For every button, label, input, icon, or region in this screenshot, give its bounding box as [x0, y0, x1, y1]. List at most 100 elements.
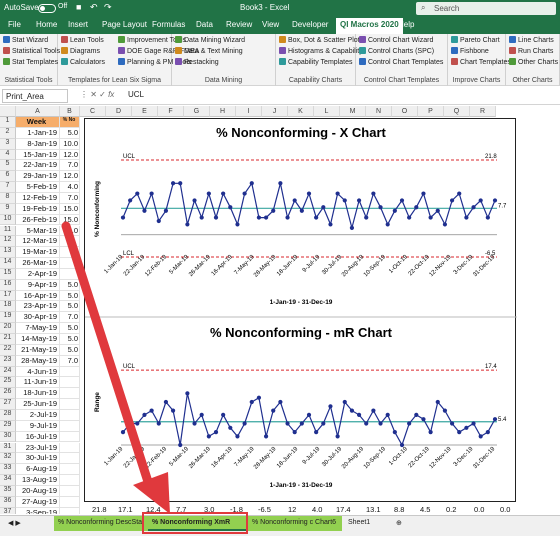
- ribbon-btn-diagrams[interactable]: Diagrams: [61, 47, 100, 55]
- column-header-R[interactable]: R: [470, 106, 496, 117]
- row-header[interactable]: 24: [0, 366, 16, 378]
- row-header[interactable]: 18: [0, 301, 16, 313]
- column-header-B[interactable]: B: [60, 106, 80, 117]
- row-header[interactable]: 17: [0, 290, 16, 302]
- row-header[interactable]: 25: [0, 377, 16, 389]
- ribbon-btn-stat-wizard[interactable]: Stat Wizard: [3, 36, 48, 44]
- ribbon-btn-data-mining-wizard[interactable]: Data Mining Wizard: [175, 36, 245, 44]
- tab-file[interactable]: File: [8, 20, 21, 29]
- tab-data[interactable]: Data: [196, 20, 213, 29]
- cell-a[interactable]: 30-Apr-19: [16, 312, 60, 324]
- column-header-Q[interactable]: Q: [444, 106, 470, 117]
- cell-b[interactable]: [60, 420, 80, 432]
- cell-b[interactable]: 12.0: [60, 149, 80, 161]
- row-header[interactable]: 3: [0, 138, 16, 150]
- redo-icon[interactable]: ↷: [104, 2, 112, 13]
- row-header[interactable]: 11: [0, 225, 16, 237]
- cell-b[interactable]: 4.0: [60, 182, 80, 193]
- tab-insert[interactable]: Insert: [68, 20, 88, 29]
- ribbon-btn-stat-templates[interactable]: Stat Templates: [3, 58, 58, 66]
- save-icon[interactable]: ■: [76, 2, 81, 12]
- cell-b[interactable]: 3.0: [60, 225, 80, 237]
- cell-a[interactable]: 12-Mar-19: [16, 236, 60, 248]
- cell-a[interactable]: 12-Feb-19: [16, 192, 60, 204]
- ribbon-btn-lean-tools[interactable]: Lean Tools: [61, 36, 104, 44]
- ribbon-btn-fishbone[interactable]: Fishbone: [451, 47, 489, 55]
- cell-b[interactable]: [60, 236, 80, 248]
- row-header[interactable]: 34: [0, 475, 16, 486]
- cell-b[interactable]: [60, 366, 80, 378]
- row-header[interactable]: 23: [0, 355, 16, 367]
- cell-a[interactable]: 7-May-19: [16, 323, 60, 334]
- cell-a[interactable]: 16-Jul-19: [16, 431, 60, 443]
- column-header-E[interactable]: E: [132, 106, 158, 117]
- name-box[interactable]: Print_Area: [2, 89, 68, 103]
- column-header-H[interactable]: H: [210, 106, 236, 117]
- row-header[interactable]: 14: [0, 258, 16, 269]
- cell-b[interactable]: 5.0: [60, 344, 80, 356]
- cell-a[interactable]: 29-Jan-19: [16, 171, 60, 183]
- cell-a[interactable]: 19-Mar-19: [16, 247, 60, 259]
- ribbon-btn-control-chart-wizard[interactable]: Control Chart Wizard: [359, 36, 433, 44]
- row-header[interactable]: 15: [0, 268, 16, 280]
- ribbon-btn-run-charts[interactable]: Run Charts: [509, 47, 553, 55]
- column-header-F[interactable]: F: [158, 106, 184, 117]
- cell-b[interactable]: 5.0: [60, 279, 80, 291]
- ribbon-btn-chart-templates[interactable]: Chart Templates: [451, 58, 511, 66]
- tab-formulas[interactable]: Formulas: [152, 20, 185, 29]
- column-header-D[interactable]: D: [106, 106, 132, 117]
- row-header[interactable]: 27: [0, 399, 16, 410]
- ribbon-btn-restacking[interactable]: Restacking: [175, 58, 219, 66]
- row-header[interactable]: 32: [0, 453, 16, 465]
- cell-b[interactable]: [60, 409, 80, 421]
- row-header[interactable]: 30: [0, 431, 16, 443]
- column-header-J[interactable]: J: [262, 106, 288, 117]
- row-header[interactable]: 28: [0, 409, 16, 421]
- cell-a[interactable]: 23-Jul-19: [16, 442, 60, 454]
- row-header[interactable]: 31: [0, 442, 16, 454]
- cell-a[interactable]: 18-Jun-19: [16, 388, 60, 400]
- ribbon-btn-line-charts[interactable]: Line Charts: [509, 36, 554, 44]
- column-header-P[interactable]: P: [418, 106, 444, 117]
- cell-b[interactable]: [60, 464, 80, 476]
- column-header-A[interactable]: A: [16, 106, 60, 117]
- cell-a[interactable]: 2-Jul-19: [16, 409, 60, 421]
- row-header[interactable]: 9: [0, 203, 16, 215]
- column-header-G[interactable]: G: [184, 106, 210, 117]
- cell-b[interactable]: [60, 388, 80, 400]
- cell-b[interactable]: [60, 377, 80, 389]
- cell-a[interactable]: 22-Jan-19: [16, 160, 60, 172]
- cell-b[interactable]: [60, 431, 80, 443]
- row-header[interactable]: 4: [0, 149, 16, 161]
- column-header-L[interactable]: L: [314, 106, 340, 117]
- row-header[interactable]: 35: [0, 485, 16, 497]
- formula-content[interactable]: UCL: [128, 90, 144, 99]
- sheet-tab-2[interactable]: % Nonconforming c Chart6: [248, 516, 342, 531]
- cell-a[interactable]: 30-Jul-19: [16, 453, 60, 465]
- column-header-K[interactable]: K: [288, 106, 314, 117]
- row-header[interactable]: 6: [0, 171, 16, 183]
- cell-b[interactable]: 7.0: [60, 160, 80, 172]
- ribbon-btn-box-dot-scatter-plot[interactable]: Box, Dot & Scatter Plot: [279, 36, 360, 44]
- cell-a[interactable]: 5-Mar-19: [16, 225, 60, 237]
- row-header[interactable]: 8: [0, 192, 16, 204]
- tab-home[interactable]: Home: [36, 20, 57, 29]
- cell-a[interactable]: 15-Jan-19: [16, 149, 60, 161]
- ribbon-btn-calculators[interactable]: Calculators: [61, 58, 105, 66]
- cell-b[interactable]: 5.0: [60, 127, 80, 139]
- cell-a[interactable]: 25-Jun-19: [16, 399, 60, 410]
- row-header[interactable]: 26: [0, 388, 16, 400]
- tab-review[interactable]: Review: [226, 20, 252, 29]
- cell-a[interactable]: 19-Feb-19: [16, 203, 60, 215]
- row-header[interactable]: 1: [0, 117, 16, 128]
- row-header[interactable]: 13: [0, 247, 16, 259]
- ribbon-btn-data-text-mining[interactable]: Data & Text Mining: [175, 47, 243, 55]
- column-header-I[interactable]: I: [236, 106, 262, 117]
- row-header[interactable]: 16: [0, 279, 16, 291]
- cell-b[interactable]: 5.0: [60, 290, 80, 302]
- chart-area[interactable]: % Nonconforming - X Chart % Nonconforming…: [84, 118, 517, 502]
- ribbon-btn-control-chart-templates[interactable]: Control Chart Templates: [359, 58, 443, 66]
- ribbon-btn-statistical-tools[interactable]: Statistical Tools: [3, 47, 60, 55]
- cell-a[interactable]: 13-Aug-19: [16, 475, 60, 486]
- cell-a[interactable]: 14-May-19: [16, 334, 60, 345]
